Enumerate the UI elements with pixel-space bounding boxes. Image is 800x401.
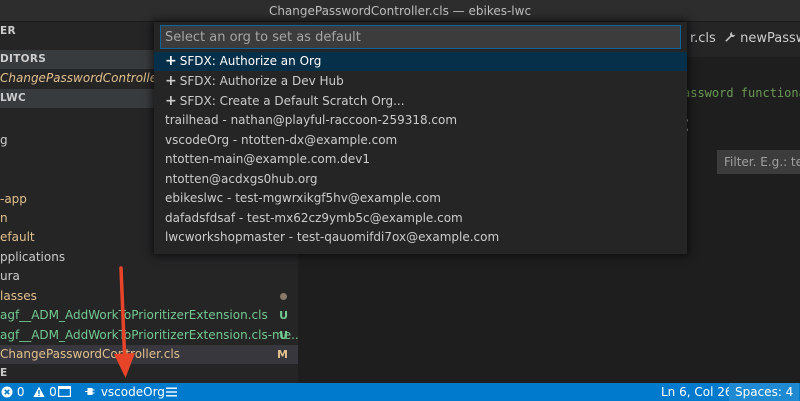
- quick-pick-item[interactable]: lwcworkshopmaster - test-qauomifdi7ox@ex…: [154, 228, 687, 247]
- org-browser-button[interactable]: [58, 383, 72, 401]
- quick-pick-item-label: SFDX: Create a Default Scratch Org...: [179, 94, 405, 108]
- tree-item-label: ChangePasswordController.cls: [0, 347, 180, 361]
- tree-item[interactable]: agf__ADM_AddWorkToPrioritizerExtension.c…: [0, 326, 298, 345]
- tree-item-label: agf__ADM_AddWorkToPrioritizerExtension.c…: [0, 308, 268, 322]
- org-quick-pick: +SFDX: Authorize an Org +SFDX: Authorize…: [154, 22, 687, 254]
- tree-item-selected[interactable]: ChangePasswordController.cls M: [0, 345, 298, 364]
- list-icon: [166, 387, 177, 397]
- default-org-label: vscodeOrg: [100, 385, 165, 399]
- project-header-label: LWC: [0, 92, 27, 104]
- code-comment[interactable]: assword functiona: [683, 86, 800, 100]
- tree-item[interactable]: ura: [0, 267, 298, 286]
- quick-pick-item[interactable]: ntotten-main@example.com.dev1: [154, 150, 687, 169]
- warning-icon: [33, 386, 45, 397]
- browser-window-icon: [58, 386, 72, 398]
- quick-pick-item[interactable]: + SFDX: Authorize a Dev Hub: [154, 72, 687, 91]
- plus-icon: +: [165, 73, 177, 89]
- filter-input[interactable]: Filter. E.g.: text, **/: [717, 150, 800, 174]
- quick-pick-item[interactable]: + SFDX: Authorize an Org: [154, 52, 687, 71]
- tree-item-label: lasses: [0, 289, 37, 303]
- quick-pick-item-label: lwcworkshopmaster - test-qauomifdi7ox@ex…: [165, 230, 500, 244]
- quick-pick-item[interactable]: vscodeOrg - ntotten-dx@example.com: [154, 131, 687, 150]
- quick-pick-item-label: SFDX: Authorize a Dev Hub: [179, 74, 344, 88]
- plug-icon: [85, 387, 95, 396]
- tree-item-label: n: [0, 211, 8, 225]
- tree-item-label: ura: [0, 269, 20, 283]
- modified-dot-icon: [280, 293, 287, 300]
- quick-pick-input[interactable]: [160, 25, 681, 49]
- warning-count: 0: [49, 385, 57, 399]
- tree-item-label: efault: [0, 230, 35, 244]
- editor-tab-label: r.cls: [690, 31, 716, 46]
- tree-item[interactable]: agf__ADM_AddWorkToPrioritizerExtension.c…: [0, 306, 298, 325]
- quick-pick-item[interactable]: trailhead - nathan@playful-raccoon-25931…: [154, 111, 687, 130]
- quick-pick-item[interactable]: + SFDX: Create a Default Scratch Org...: [154, 92, 687, 111]
- editor-tab[interactable]: r.cls newPasswo: [690, 31, 800, 46]
- error-icon: [1, 386, 13, 398]
- outline-header-label: E: [0, 367, 8, 379]
- status-bar: 0 0 vscodeOrg Ln 6, Col 26 Spaces: 4: [0, 383, 800, 401]
- tree-item-label: pplications: [0, 250, 66, 264]
- quick-pick-item-label: SFDX: Authorize an Org: [179, 54, 322, 68]
- git-status-badge: M: [277, 348, 288, 361]
- tree-item-label: -app: [0, 192, 27, 206]
- window-title: ChangePasswordController.cls — ebikes-lw…: [0, 0, 800, 22]
- quick-pick-item-label: ntotten-main@example.com.dev1: [165, 152, 371, 166]
- cursor-position[interactable]: Ln 6, Col 26: [661, 383, 733, 401]
- wrench-icon: [725, 32, 735, 42]
- plus-icon: +: [165, 53, 177, 69]
- tree-item-label: agf__ADM_AddWorkToPrioritizerExtension.c…: [0, 328, 298, 342]
- plus-icon: +: [165, 93, 177, 109]
- quick-pick-item-label: ntotten@acdxgs0hub.org: [165, 172, 318, 186]
- quick-pick-item-label: ebikeslwc - test-mgwrxikgf5hv@example.co…: [165, 191, 441, 205]
- default-org-button[interactable]: vscodeOrg: [84, 383, 165, 401]
- quick-pick-item[interactable]: ebikeslwc - test-mgwrxikgf5hv@example.co…: [154, 189, 687, 208]
- indentation-button[interactable]: Spaces: 4: [729, 383, 800, 401]
- outline-header[interactable]: E: [0, 364, 298, 383]
- quick-pick-item-label: vscodeOrg - ntotten-dx@example.com: [165, 133, 398, 147]
- quick-pick-item-label: trailhead - nathan@playful-raccoon-25931…: [165, 113, 458, 127]
- quick-pick-item[interactable]: dafadsfdsaf - test-mx62cz9ymb5c@example.…: [154, 209, 687, 228]
- quick-pick-item-label: dafadsfdsaf - test-mx62cz9ymb5c@example.…: [165, 211, 463, 225]
- problems-indicator[interactable]: 0 0: [1, 383, 57, 401]
- error-count: 0: [16, 385, 25, 399]
- tree-item[interactable]: lasses: [0, 287, 298, 306]
- explorer-title: ER: [0, 25, 16, 37]
- git-status-badge: U: [279, 329, 288, 342]
- tree-item-label: g: [0, 133, 8, 147]
- git-status-badge: U: [279, 309, 288, 322]
- task-list-button[interactable]: [166, 383, 177, 401]
- open-editors-label: DITORS: [0, 53, 47, 65]
- quick-pick-item[interactable]: ntotten@acdxgs0hub.org: [154, 170, 687, 189]
- breadcrumb-method[interactable]: newPasswo: [740, 31, 800, 46]
